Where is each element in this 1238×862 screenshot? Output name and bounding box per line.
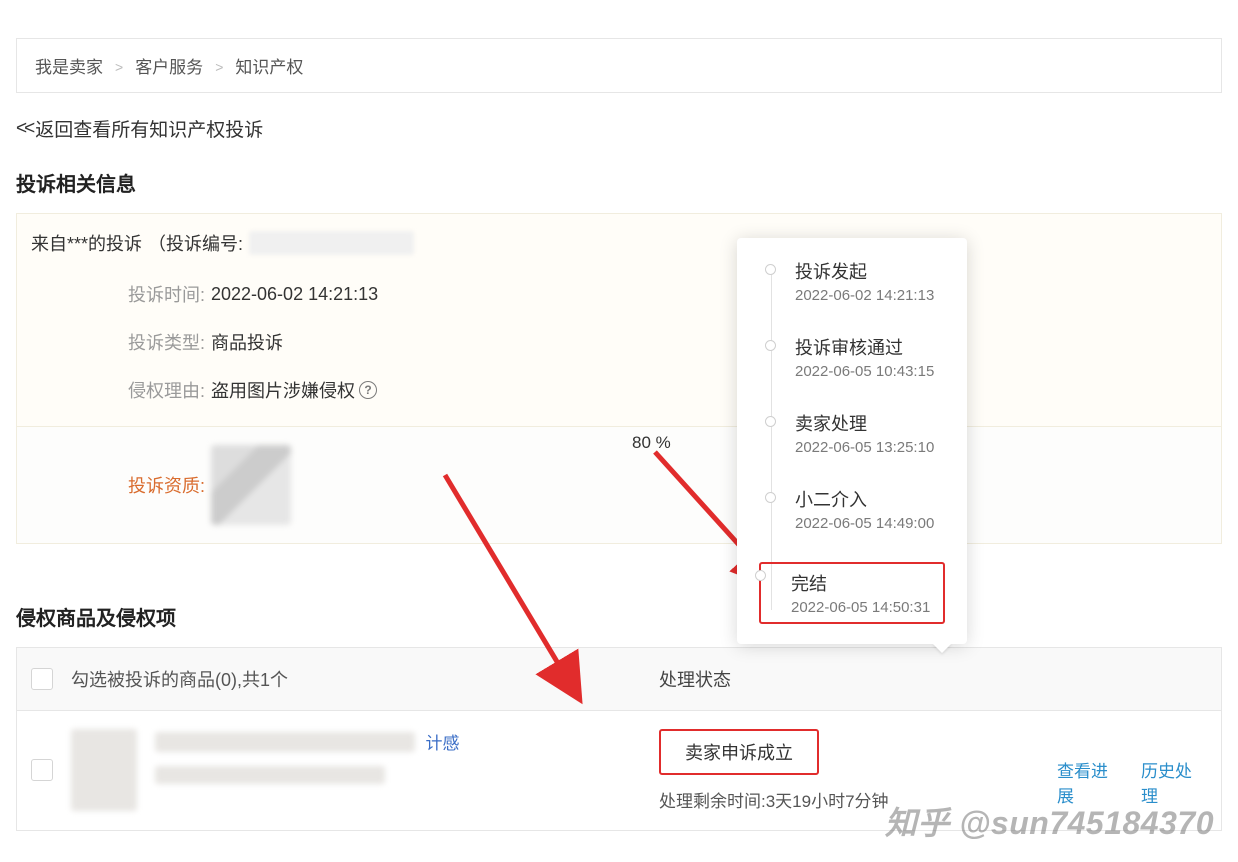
section-title-products: 侵权商品及侵权项: [16, 602, 1222, 631]
product-title-tail[interactable]: 计感: [425, 734, 459, 753]
complaint-id-redacted: [249, 231, 414, 255]
step-title: 投诉发起: [795, 258, 945, 284]
product-title-redacted: [155, 732, 415, 752]
complaint-type-value: 商品投诉: [211, 329, 283, 355]
step-title: 完结: [791, 570, 935, 596]
info-icon[interactable]: ?: [359, 381, 377, 399]
step-dot-icon: [765, 492, 776, 503]
timeline-step: 卖家处理 2022-06-05 13:25:10: [765, 410, 945, 456]
progress-popover: 投诉发起 2022-06-02 14:21:13 投诉审核通过 2022-06-…: [737, 238, 967, 644]
step-dot-icon: [765, 340, 776, 351]
timeline-step-final: 完结 2022-06-05 14:50:31: [759, 562, 945, 624]
step-ts: 2022-06-05 10:43:15: [795, 363, 945, 380]
timeline-step: 投诉发起 2022-06-02 14:21:13: [765, 258, 945, 304]
timeline-step: 小二介入 2022-06-05 14:49:00: [765, 486, 945, 532]
status-badge: 卖家申诉成立: [659, 729, 819, 775]
back-link-label: 返回查看所有知识产权投诉: [35, 115, 263, 142]
qual-thumbnail[interactable]: [211, 445, 291, 525]
breadcrumb-service[interactable]: 客户服务: [135, 53, 203, 78]
row-checkbox[interactable]: [31, 759, 53, 781]
timeline-step: 投诉审核通过 2022-06-05 10:43:15: [765, 334, 945, 380]
step-title: 投诉审核通过: [795, 334, 945, 360]
complaint-id-label: （投诉编号:: [148, 230, 243, 256]
complaint-time-label: 投诉时间:: [31, 281, 211, 307]
complaint-time-value: 2022-06-02 14:21:13: [211, 284, 378, 305]
complaint-from: 来自***的投诉: [31, 230, 142, 256]
chevron-right-icon: >: [115, 59, 123, 75]
qual-percent: 80 %: [632, 433, 671, 453]
step-title: 卖家处理: [795, 410, 945, 436]
product-meta-redacted: [155, 766, 385, 784]
step-ts: 2022-06-05 14:50:31: [791, 599, 935, 616]
complaint-reason-label: 侵权理由:: [31, 377, 211, 403]
section-title-complaint: 投诉相关信息: [16, 168, 1222, 197]
step-ts: 2022-06-02 14:21:13: [795, 287, 945, 304]
breadcrumb-ip[interactable]: 知识产权: [235, 53, 303, 78]
complaint-type-label: 投诉类型:: [31, 329, 211, 355]
step-dot-icon: [765, 416, 776, 427]
chevron-right-icon: >: [215, 59, 223, 75]
breadcrumb: 我是卖家 > 客户服务 > 知识产权: [16, 38, 1222, 93]
complaint-panel: 来自***的投诉 （投诉编号: 投诉时间: 2022-06-02 14:21:1…: [16, 213, 1222, 544]
complaint-qual-label: 投诉资质:: [31, 472, 211, 498]
complaint-reason-value: 盗用图片涉嫌侵权: [211, 377, 355, 403]
step-dot-icon: [755, 570, 766, 581]
select-all-checkbox[interactable]: [31, 668, 53, 690]
product-list-header: 勾选被投诉的商品(0),共1个 处理状态: [16, 647, 1222, 711]
step-dot-icon: [765, 264, 776, 275]
step-ts: 2022-06-05 13:25:10: [795, 439, 945, 456]
step-title: 小二介入: [795, 486, 945, 512]
breadcrumb-seller[interactable]: 我是卖家: [35, 53, 103, 78]
product-thumbnail[interactable]: [71, 729, 137, 811]
watermark: 知乎 @sun745184370: [885, 798, 1214, 844]
header-select-text: 勾选被投诉的商品(0),共1个: [71, 666, 641, 692]
step-ts: 2022-06-05 14:49:00: [795, 515, 945, 532]
chevron-left-icon: <<: [16, 118, 32, 140]
back-link[interactable]: << 返回查看所有知识产权投诉: [16, 115, 1222, 142]
header-status-text: 处理状态: [659, 666, 1039, 692]
